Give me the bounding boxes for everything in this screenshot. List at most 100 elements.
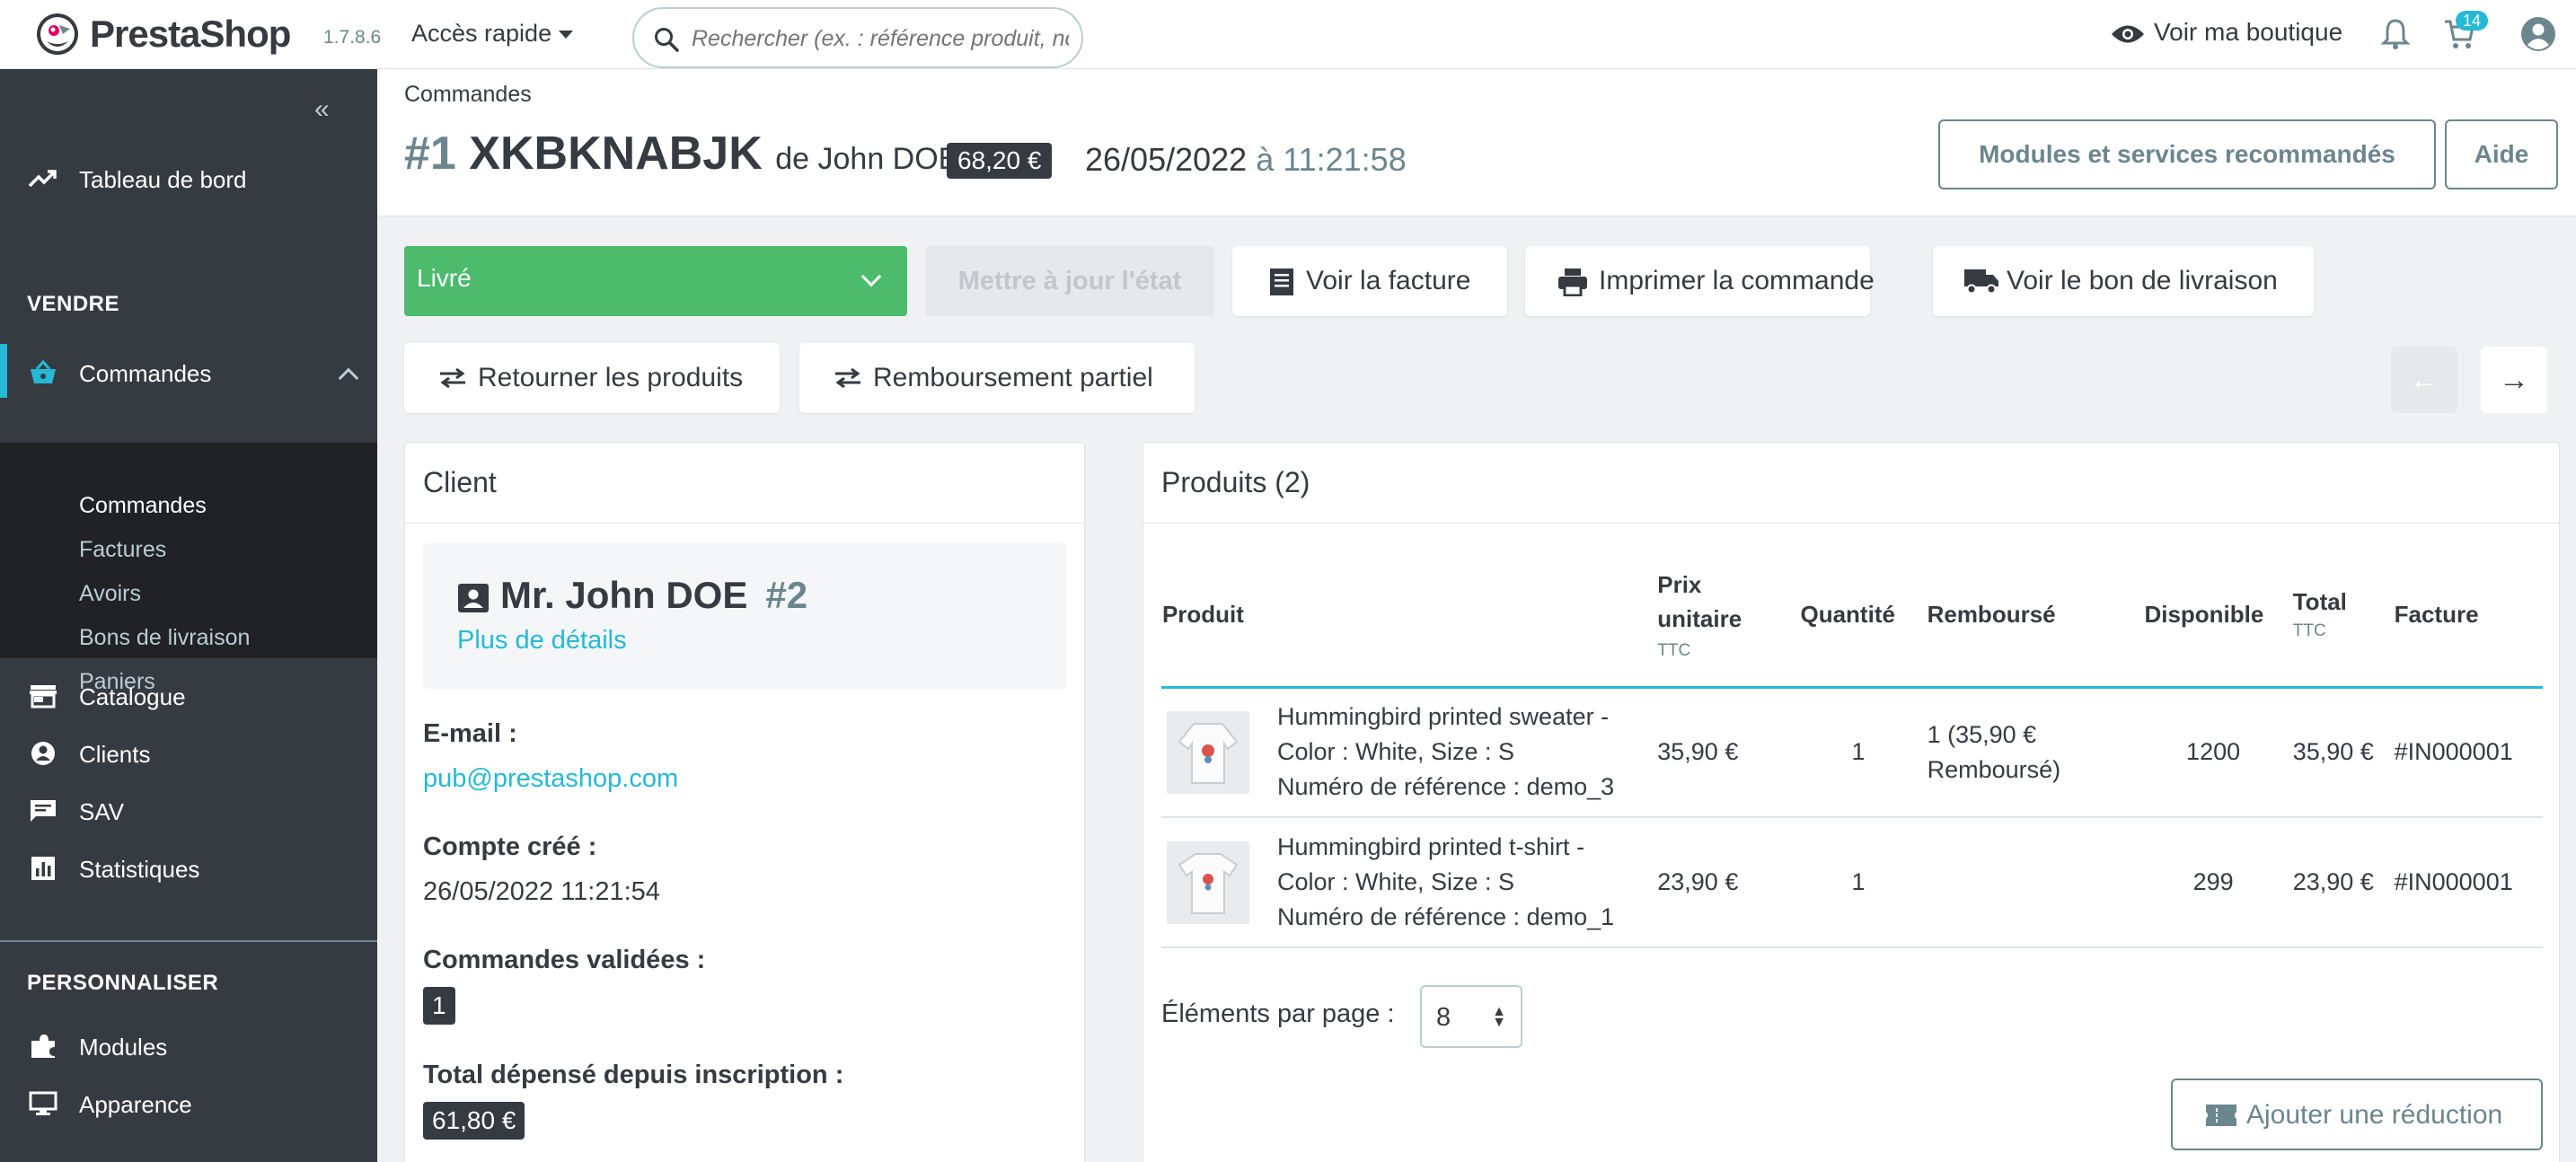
sidebar-item-stats[interactable]: Statistiques	[0, 843, 377, 894]
product-thumbnail[interactable]	[1167, 841, 1249, 924]
recommended-modules-button[interactable]: Modules et services recommandés	[1938, 119, 2436, 189]
col-quantity: Quantité	[1795, 543, 1922, 689]
page-header: Commandes #1 XKBKNABJK de John DOE 68,20…	[377, 69, 2576, 216]
col-product-label: Produit	[1161, 600, 1244, 628]
update-state-button[interactable]: Mettre à jour l'état	[925, 246, 1214, 316]
order-time: 11:21:58	[1283, 141, 1407, 178]
order-status-select[interactable]: Livré	[404, 246, 907, 316]
select-arrows-icon: ▲ ▼	[1492, 1004, 1506, 1030]
top-bar: PrestaShop 1.7.8.6 Accès rapide Voir ma …	[0, 0, 2576, 69]
receipt-icon	[1270, 268, 1293, 295]
puzzle-icon	[31, 1034, 55, 1058]
per-page-select[interactable]: 8 ▲ ▼	[1420, 985, 1522, 1048]
total-cell: 35,90 €	[2287, 687, 2389, 818]
return-products-label: Retourner les produits	[478, 363, 744, 392]
caret-down-icon	[559, 31, 574, 40]
invoice-cell: #IN000001	[2388, 687, 2543, 818]
product-thumbnail[interactable]	[1167, 710, 1249, 794]
col-total: Total TTC	[2287, 543, 2389, 689]
sidebar-item-orders[interactable]: Commandes	[0, 348, 377, 398]
chevron-down-icon	[860, 266, 882, 287]
col-invoice: Facture	[2388, 543, 2543, 689]
trending-up-icon	[29, 170, 57, 188]
order-status-value: Livré	[417, 264, 472, 292]
product-name-cell[interactable]: Hummingbird printed sweater - Color : Wh…	[1271, 687, 1653, 818]
product-reference[interactable]: Numéro de référence : demo_1	[1277, 900, 1646, 935]
search-box[interactable]	[632, 7, 1083, 68]
add-discount-button[interactable]: Ajouter une réduction	[2171, 1078, 2543, 1150]
collapse-sidebar-icon[interactable]: «	[314, 94, 330, 125]
validated-orders-label: Commandes validées :	[423, 946, 706, 974]
view-delivery-slip-label: Voir le bon de livraison	[2007, 266, 2278, 295]
available-cell: 1200	[2139, 687, 2288, 818]
submenu-invoices[interactable]: Factures	[79, 537, 166, 563]
contact-card-icon	[458, 583, 489, 612]
order-datetime: 26/05/2022 à 11:21:58	[1085, 141, 1407, 179]
sidebar-item-appearance[interactable]: Apparence	[0, 1078, 377, 1129]
refunded-line2: Remboursé)	[1927, 755, 2061, 783]
return-products-button[interactable]: Retourner les produits	[404, 343, 780, 413]
sidebar-label-catalog: Catalogue	[79, 683, 186, 710]
customer-name-row: Mr. John DOE #2	[457, 574, 807, 617]
help-button[interactable]: Aide	[2445, 119, 2558, 189]
sidebar-item-sav[interactable]: SAV	[0, 786, 377, 836]
total-cell: 23,90 €	[2287, 817, 2389, 948]
invoice-cell: #IN000001	[2388, 817, 2543, 948]
refunded-cell: 1 (35,90 € Remboursé)	[1921, 687, 2139, 818]
col-available: Disponible	[2139, 543, 2288, 689]
order-reference: XKBKNABJK	[469, 128, 763, 180]
swap-arrows-icon	[440, 368, 465, 388]
sidebar-item-customers[interactable]: Clients	[0, 728, 377, 779]
customer-email-link[interactable]: pub@prestashop.com	[423, 764, 678, 794]
previous-order-arrow-icon[interactable]: ←	[2391, 347, 2457, 413]
printer-icon	[1558, 268, 1587, 296]
col-product: Produit	[1162, 543, 1653, 689]
brand-name[interactable]: PrestaShop	[90, 13, 291, 56]
per-page-label: Éléments par page :	[1161, 999, 1395, 1028]
sidebar-label-stats: Statistiques	[79, 856, 200, 883]
products-table: Produit Prix unitaire TTC Quantité Rembou…	[1161, 543, 2543, 948]
product-name-line1[interactable]: Hummingbird printed sweater -	[1277, 700, 1646, 735]
view-shop-link[interactable]: Voir ma boutique	[2111, 18, 2342, 47]
order-at: à	[1256, 141, 1275, 178]
table-header-row: Produit Prix unitaire TTC Quantité Rembou…	[1161, 543, 2543, 689]
search-icon[interactable]	[654, 27, 679, 52]
product-attributes[interactable]: Color : White, Size : S	[1277, 735, 1646, 770]
truck-icon	[1964, 269, 1998, 295]
view-invoice-button[interactable]: Voir la facture	[1232, 246, 1507, 316]
sidebar-item-modules[interactable]: Modules	[0, 1021, 377, 1071]
view-shop-label: Voir ma boutique	[2154, 18, 2343, 46]
print-order-button[interactable]: Imprimer la commande	[1525, 246, 1875, 316]
sidebar-item-catalog[interactable]: Catalogue	[0, 671, 377, 721]
orders-submenu: Commandes Factures Avoirs Bons de livrai…	[0, 443, 377, 694]
customer-name: Mr. John DOE	[500, 574, 748, 616]
sweater-image-icon	[1178, 722, 1239, 784]
search-input[interactable]	[692, 23, 1069, 54]
available-cell: 299	[2139, 817, 2288, 948]
view-delivery-slip-button[interactable]: Voir le bon de livraison	[1933, 246, 2314, 316]
product-name-line1[interactable]: Hummingbird printed t-shirt -	[1277, 830, 1646, 865]
order-customer: de John DOE	[775, 142, 959, 176]
partial-refund-label: Remboursement partiel	[873, 363, 1153, 392]
account-created-label: Compte créé :	[423, 832, 597, 861]
product-thumbnail-cell	[1161, 817, 1272, 948]
product-name-cell[interactable]: Hummingbird printed t-shirt - Color : Wh…	[1271, 817, 1653, 948]
breadcrumb[interactable]: Commandes	[404, 82, 532, 108]
quick-access-dropdown[interactable]: Accès rapide	[411, 20, 574, 48]
submenu-orders[interactable]: Commandes	[79, 493, 207, 519]
sidebar-label-customers: Clients	[79, 741, 151, 768]
product-attributes[interactable]: Color : White, Size : S	[1277, 865, 1646, 900]
sidebar-item-dashboard[interactable]: Tableau de bord	[0, 154, 377, 204]
next-order-arrow-icon[interactable]: →	[2481, 347, 2547, 413]
submenu-credit-slips[interactable]: Avoirs	[79, 581, 141, 607]
customer-panel-header: Client	[405, 443, 1084, 524]
cart-count-badge: 14	[2456, 11, 2489, 31]
user-account-icon[interactable]	[2520, 16, 2556, 52]
unit-price-cell: 35,90 €	[1652, 687, 1795, 818]
prestashop-logo-icon[interactable]	[36, 13, 79, 56]
submenu-delivery-slips[interactable]: Bons de livraison	[79, 625, 250, 651]
bell-icon[interactable]	[2380, 18, 2411, 50]
product-reference[interactable]: Numéro de référence : demo_3	[1277, 770, 1646, 805]
partial-refund-button[interactable]: Remboursement partiel	[799, 343, 1195, 413]
more-details-link[interactable]: Plus de détails	[457, 626, 627, 656]
